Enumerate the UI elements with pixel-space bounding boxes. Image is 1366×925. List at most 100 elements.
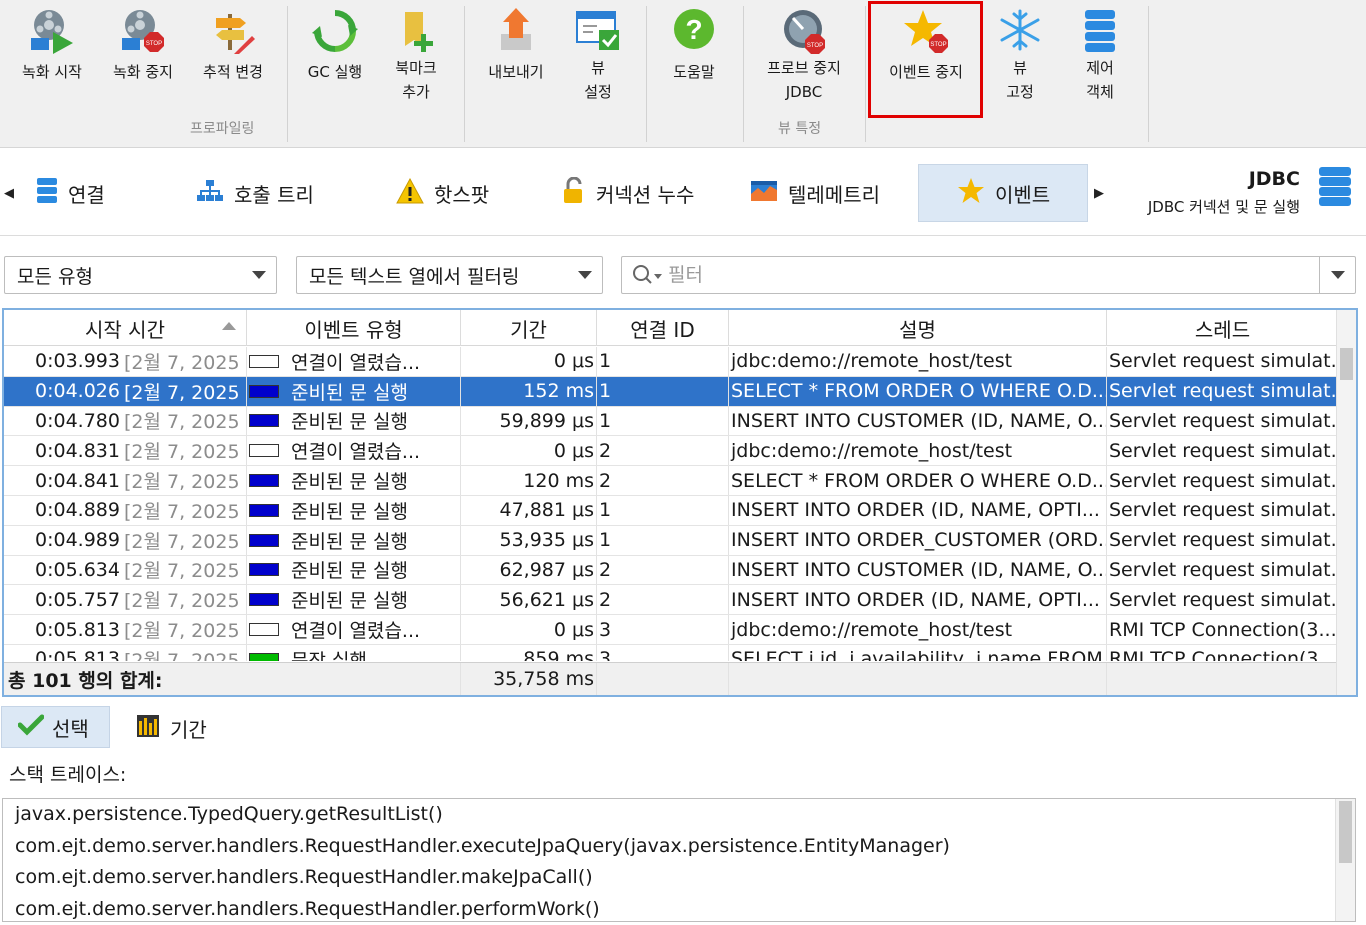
cell-connection-id: 1 <box>597 347 729 376</box>
tab-events[interactable]: 이벤트 <box>918 164 1088 222</box>
table-row[interactable]: 0:04.831[2월 7, 2025 ... 연결이 열렸습... 0 μs2jd… <box>4 436 1338 467</box>
event-type-select[interactable]: 모든 유형 <box>4 256 277 294</box>
cell-connection-id: 3 <box>597 615 729 644</box>
toolbar-separator <box>865 6 866 142</box>
bookmark-add-button[interactable]: 북마크 추가 <box>385 6 447 114</box>
stack-trace-scrollbar[interactable] <box>1335 799 1355 921</box>
cell-event-type: 준비된 문 실행 <box>247 555 461 585</box>
record-start-button[interactable]: 녹화 시작 <box>14 6 90 114</box>
table-footer-totals: 총 101 행의 합계: 35,758 ms <box>4 662 1338 695</box>
event-type-value: 준비된 문 실행 <box>291 471 408 494</box>
stack-frame[interactable]: com.ejt.demo.server.handlers.RequestHand… <box>3 831 1355 863</box>
table-row[interactable]: 0:05.813[2월 7, 2025 ... 연결이 열렸습... 0 μs3jd… <box>4 615 1338 645</box>
bookmark-add-label-1: 북마크 <box>395 59 437 77</box>
column-header-description[interactable]: 설명 <box>729 310 1107 346</box>
cell-start-time: 0:04.889[2월 7, 2025 ... <box>4 495 247 525</box>
table-scrollbar[interactable] <box>1336 310 1356 695</box>
column-header-start-time[interactable]: 시작 시간 <box>4 310 247 346</box>
search-history-dropdown[interactable] <box>1319 257 1355 293</box>
column-header-thread[interactable]: 스레드 <box>1107 310 1338 346</box>
view-pin-label-2: 고정 <box>1006 83 1034 101</box>
cell-description: SELECT i.id, i.availability, i.name FROM… <box>729 644 1107 661</box>
tab-call-tree[interactable]: 호출 트리 <box>186 164 324 222</box>
event-type-value: 연결이 열렸습... <box>291 441 421 464</box>
cell-connection-id: 2 <box>597 466 729 495</box>
gc-run-button[interactable]: GC 실행 <box>298 6 372 114</box>
footer-cell <box>729 663 1107 695</box>
export-label: 내보내기 <box>488 63 544 81</box>
tab-scroll-right-icon[interactable]: ▶ <box>1094 186 1104 201</box>
export-button[interactable]: 내보내기 <box>478 6 554 114</box>
filter-column-select-value: 모든 텍스트 열에서 필터링 <box>309 265 520 288</box>
stack-trace-label: 스택 트레이스: <box>9 764 127 786</box>
probe-stop-label-1: 프로브 중지 <box>767 59 841 77</box>
event-type-value: 준비된 문 실행 <box>291 530 408 553</box>
scrollbar-thumb[interactable] <box>1339 801 1352 863</box>
stack-frame[interactable]: com.ejt.demo.server.handlers.RequestHand… <box>3 894 1355 922</box>
table-row[interactable]: 0:05.813[2월 7, 2025 ... 문장 실행 859 ms3SELEC… <box>4 644 1338 661</box>
table-body: 0:03.993[2월 7, 2025 ...연결이 열렸습...0 μs1jd… <box>4 347 1338 661</box>
table-row[interactable]: 0:04.780[2월 7, 2025 ... 준비된 문 실행 59,899 μs… <box>4 406 1338 437</box>
filter-column-select[interactable]: 모든 텍스트 열에서 필터링 <box>296 256 603 294</box>
start-date-value: [2월 7, 2025 ... <box>123 441 246 464</box>
column-header-event-type[interactable]: 이벤트 유형 <box>247 310 461 346</box>
view-settings-label-1: 뷰 <box>591 59 605 77</box>
event-type-value: 연결이 열렸습... <box>291 351 421 374</box>
column-header-connection-id[interactable]: 연결 ID <box>597 310 729 346</box>
view-settings-button[interactable]: 뷰 설정 <box>568 6 628 114</box>
cell-connection-id: 2 <box>597 436 729 466</box>
scrollbar-thumb[interactable] <box>1340 348 1353 380</box>
cell-start-time: 0:04.841[2월 7, 2025 ... <box>4 466 247 495</box>
table-row[interactable]: 0:05.634[2월 7, 2025 ... 준비된 문 실행 62,987 μs… <box>4 555 1338 586</box>
tab-connections[interactable]: 연결 <box>26 164 115 222</box>
event-stop-button[interactable]: STOP 이벤트 중지 <box>878 6 974 114</box>
trace-change-button[interactable]: 추적 변경 <box>195 6 271 114</box>
record-stop-label: 녹화 중지 <box>113 63 173 81</box>
cell-duration: 120 ms <box>461 466 597 495</box>
record-start-label: 녹화 시작 <box>22 63 82 81</box>
cell-description: jdbc:demo://remote_host/test <box>729 615 1107 644</box>
table-row[interactable]: 0:04.889[2월 7, 2025 ... 준비된 문 실행 47,881 μs… <box>4 495 1338 526</box>
table-row[interactable]: 0:04.841[2월 7, 2025 ... 준비된 문 실행 120 ms2SE… <box>4 466 1338 496</box>
cell-event-type: 준비된 문 실행 <box>247 525 461 555</box>
event-color-swatch <box>249 354 279 368</box>
events-table: 시작 시간 이벤트 유형 기간 연결 ID 설명 스레드 0:03.993 [2월… <box>2 308 1358 697</box>
search-input[interactable] <box>668 261 1308 289</box>
start-date-value: [2월 7, 2025 ... <box>123 620 246 643</box>
column-header-duration[interactable]: 기간 <box>461 310 597 346</box>
selection-toggle-button[interactable]: 선택 <box>1 706 110 748</box>
view-pin-button[interactable]: 뷰 고정 <box>992 6 1048 114</box>
cell-thread: Servlet request simulat... <box>1109 499 1338 522</box>
stack-frame[interactable]: com.ejt.demo.server.handlers.RequestHand… <box>3 862 1355 894</box>
tab-hotspots[interactable]: 핫스팟 <box>386 164 499 222</box>
table-row[interactable]: 0:03.993[2월 7, 2025 ... 연결이 열렸습... 0 μs1jd… <box>4 347 1338 377</box>
probe-subtitle: JDBC 커넥션 및 문 실행 <box>1147 198 1300 216</box>
tab-label: 호출 트리 <box>234 182 314 207</box>
film-play-icon <box>28 6 76 56</box>
search-icon <box>632 264 662 290</box>
stack-frame[interactable]: javax.persistence.TypedQuery.getResultLi… <box>3 799 1355 831</box>
cell-duration: 59,899 μs <box>461 406 597 436</box>
cell-thread: Servlet request simulat... <box>1109 380 1338 403</box>
control-objects-button[interactable]: 제어 객체 <box>1072 6 1128 114</box>
hierarchy-icon <box>196 179 224 208</box>
probe-stop-button[interactable]: STOP 프로브 중지 JDBC <box>755 6 853 114</box>
star-icon <box>957 177 985 210</box>
table-row[interactable]: 0:04.989[2월 7, 2025 ... 준비된 문 실행 53,935 μs… <box>4 525 1338 556</box>
table-row[interactable]: 0:05.757[2월 7, 2025 ... 준비된 문 실행 56,621 μs… <box>4 585 1338 616</box>
record-stop-button[interactable]: STOP 녹화 중지 <box>105 6 181 114</box>
cell-start-time: 0:05.757[2월 7, 2025 ... <box>4 585 247 615</box>
cell-thread: Servlet request simulat... <box>1109 350 1338 373</box>
lock-icon <box>562 176 586 210</box>
table-row[interactable]: 0:04.026[2월 7, 2025 ... 준비된 문 실행 152 ms1SE… <box>4 376 1338 407</box>
start-date-value: [2월 7, 2025 ... <box>123 560 246 583</box>
tab-telemetry[interactable]: 텔레메트리 <box>740 164 890 222</box>
bookmark-add-icon <box>392 6 440 56</box>
tab-scroll-left-icon[interactable]: ◀ <box>4 186 14 201</box>
cell-description: INSERT INTO CUSTOMER (ID, NAME, O... <box>729 555 1107 585</box>
cell-description: jdbc:demo://remote_host/test <box>729 436 1107 466</box>
duration-toggle-button[interactable]: 기간 <box>136 708 207 748</box>
help-button[interactable]: ? 도움말 <box>660 6 728 114</box>
view-settings-label-2: 설정 <box>584 83 612 101</box>
tab-connection-leaks[interactable]: 커넥션 누수 <box>552 164 704 222</box>
